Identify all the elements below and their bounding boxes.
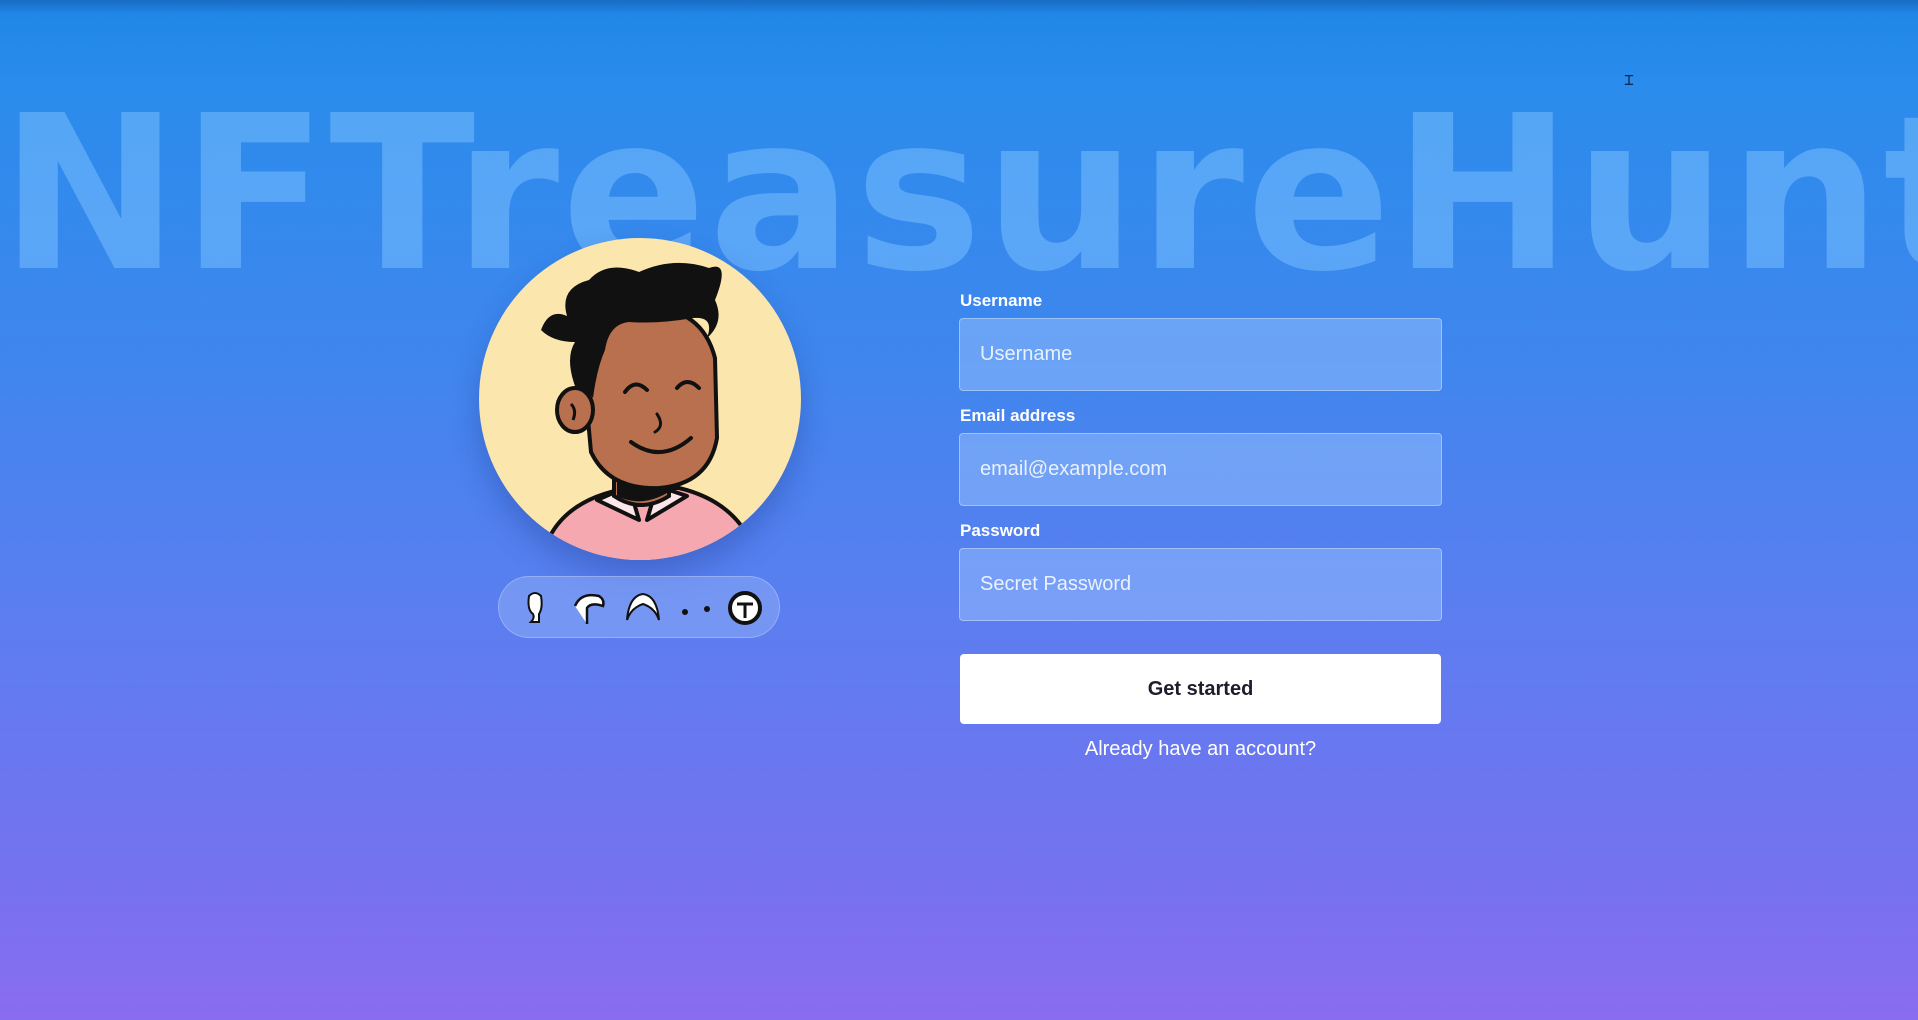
get-started-button[interactable]: Get started [960, 654, 1441, 724]
brand-watermark: NFTreasureHunt [0, 70, 1918, 319]
username-label: Username [960, 291, 1043, 310]
mouth-icon[interactable] [725, 588, 765, 628]
head-shape-icon[interactable] [515, 588, 555, 628]
username-input[interactable] [959, 318, 1442, 391]
hair-side-icon[interactable] [569, 588, 609, 628]
login-link[interactable]: Already have an account? [960, 737, 1441, 761]
avatar-illustration [541, 262, 751, 560]
hair-top-icon[interactable] [623, 588, 663, 628]
text-cursor-icon: ⌶ [1624, 70, 1634, 89]
email-input[interactable] [959, 433, 1442, 506]
email-label: Email address [960, 406, 1076, 425]
eyes-icon[interactable] [675, 588, 715, 628]
password-input[interactable] [959, 548, 1442, 621]
top-shade [0, 0, 1918, 14]
avatar-preview [479, 238, 801, 560]
avatar-part-picker [498, 576, 780, 638]
password-label: Password [960, 521, 1041, 540]
